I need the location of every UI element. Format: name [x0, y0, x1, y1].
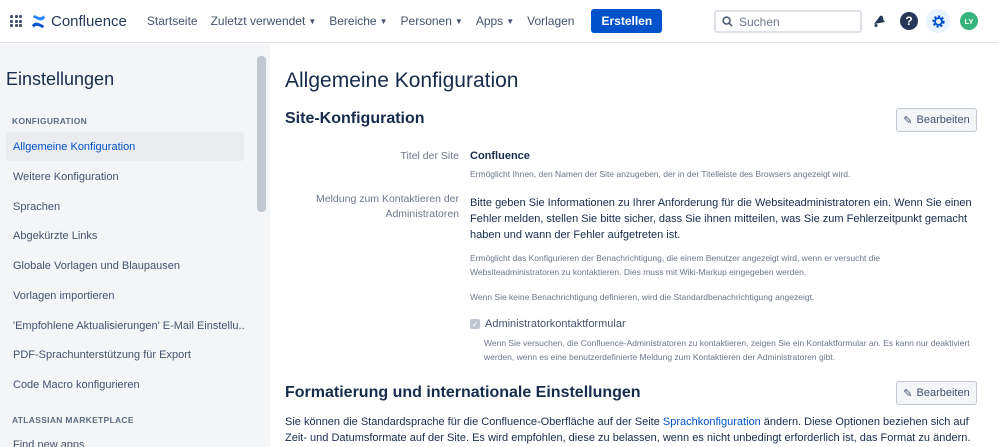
- sidebar-scrollbar[interactable]: [257, 56, 266, 212]
- format-text: Sie können die Standardsprache für die C…: [285, 416, 663, 428]
- search-placeholder: Suchen: [739, 14, 780, 29]
- language-config-link[interactable]: Sprachkonfiguration: [663, 416, 761, 428]
- chevron-down-icon: ▼: [454, 16, 463, 26]
- nav-apps[interactable]: Apps ▼: [476, 14, 514, 28]
- contact-message-description: Ermöglicht das Konfigurieren der Benachr…: [470, 253, 881, 277]
- sidebar-item-pdf-sprachunterstuetzung[interactable]: PDF-Sprachunterstützung für Export: [6, 340, 244, 369]
- help-icon[interactable]: ?: [900, 12, 918, 30]
- sidebar-item-sprachen[interactable]: Sprachen: [6, 192, 244, 221]
- edit-format-button[interactable]: ✎ Bearbeiten: [896, 381, 977, 405]
- section-heading-formatierung: Formatierung und internationale Einstell…: [285, 384, 641, 401]
- page-title: Allgemeine Konfiguration: [285, 69, 519, 92]
- nav-startseite[interactable]: Startseite: [147, 14, 198, 28]
- sidebar-item-allgemeine-konfiguration[interactable]: Allgemeine Konfiguration: [6, 132, 244, 161]
- chevron-down-icon: ▼: [379, 16, 388, 26]
- chevron-down-icon: ▼: [308, 16, 317, 26]
- sidebar-item-weitere-konfiguration[interactable]: Weitere Konfiguration: [6, 162, 244, 191]
- chevron-down-icon: ▼: [506, 16, 515, 26]
- nav-zuletzt-verwendet[interactable]: Zuletzt verwendet ▼: [211, 14, 317, 28]
- sidebar-section-marketplace: ATLASSIAN MARKETPLACE: [12, 415, 134, 425]
- sidebar-item-empfohlene-aktualisierungen[interactable]: 'Empfohlene Aktualisierungen' E-Mail Ein…: [6, 311, 244, 340]
- nav-label: Bereiche: [329, 14, 377, 28]
- search-input[interactable]: Suchen: [714, 10, 862, 33]
- nav-bereiche[interactable]: Bereiche ▼: [329, 14, 387, 28]
- sidebar-item-find-new-apps[interactable]: Find new apps: [6, 430, 244, 447]
- section-heading-site-konfiguration: Site-Konfiguration: [285, 110, 425, 127]
- site-title-description: Ermöglicht Ihnen, den Namen der Site anz…: [470, 169, 851, 179]
- confluence-logo[interactable]: Confluence: [31, 13, 127, 30]
- pencil-icon: ✎: [903, 114, 913, 127]
- settings-sidebar: Einstellungen KONFIGURATION Allgemeine K…: [0, 44, 270, 447]
- notifications-icon[interactable]: [870, 12, 888, 30]
- edit-site-config-button[interactable]: ✎ Bearbeiten: [896, 108, 977, 132]
- contact-label-line: Administratoren: [385, 208, 459, 220]
- nav-label: Personen: [400, 14, 452, 28]
- app-name: Confluence: [51, 12, 127, 30]
- app-switcher-icon[interactable]: [10, 15, 22, 27]
- sidebar-item-code-macro[interactable]: Code Macro konfigurieren: [6, 370, 244, 399]
- sidebar-section-konfiguration: KONFIGURATION: [12, 116, 88, 126]
- sidebar-item-abgekuerzte-links[interactable]: Abgekürzte Links: [6, 221, 244, 250]
- sidebar-item-globale-vorlagen[interactable]: Globale Vorlagen und Blaupausen: [6, 251, 244, 280]
- contact-message-value: Bitte geben Sie Informationen zu Ihrer A…: [470, 197, 972, 241]
- pencil-icon: ✎: [903, 387, 913, 400]
- nav-personen[interactable]: Personen ▼: [401, 14, 463, 28]
- main-nav: Startseite Zuletzt verwendet ▼ Bereiche ▼ …: [147, 9, 663, 33]
- avatar[interactable]: LY: [960, 12, 978, 30]
- contact-message-default-note: Wenn Sie keine Benachrichtigung definier…: [470, 292, 815, 302]
- nav-label: Vorlagen: [527, 14, 575, 28]
- admin-contact-form-description: Wenn Sie versuchen, die Confluence-Admin…: [484, 338, 970, 362]
- confluence-logo-icon: [31, 14, 46, 28]
- nav-vorlagen[interactable]: Vorlagen: [527, 14, 574, 28]
- format-description: Sie können die Standardsprache für die C…: [285, 414, 985, 446]
- checkbox-checked-icon[interactable]: ✓: [470, 319, 480, 329]
- nav-label: Zuletzt verwendet: [210, 14, 306, 28]
- sidebar-title: Einstellungen: [6, 69, 115, 89]
- nav-label: Apps: [475, 14, 504, 28]
- gear-icon: [931, 14, 945, 28]
- edit-label: Bearbeiten: [916, 387, 970, 399]
- contact-message-label: Meldung zum Kontaktieren der Administrat…: [316, 192, 459, 222]
- nav-label: Startseite: [146, 14, 198, 28]
- site-title-label: Titel der Site: [400, 150, 459, 162]
- admin-contact-form-checkbox[interactable]: ✓ Administratorkontaktformular: [470, 318, 626, 330]
- checkbox-label: Administratorkontaktformular: [485, 318, 626, 330]
- settings-button[interactable]: [926, 9, 950, 33]
- edit-label: Bearbeiten: [916, 114, 970, 126]
- search-icon: [722, 16, 733, 27]
- contact-label-line: Meldung zum Kontaktieren der: [316, 193, 459, 205]
- main-content: Allgemeine Konfiguration Site-Konfigurat…: [270, 44, 998, 447]
- site-title-value: Confluence: [470, 150, 530, 162]
- create-button[interactable]: Erstellen: [591, 9, 663, 33]
- sidebar-item-vorlagen-importieren[interactable]: Vorlagen importieren: [6, 281, 244, 310]
